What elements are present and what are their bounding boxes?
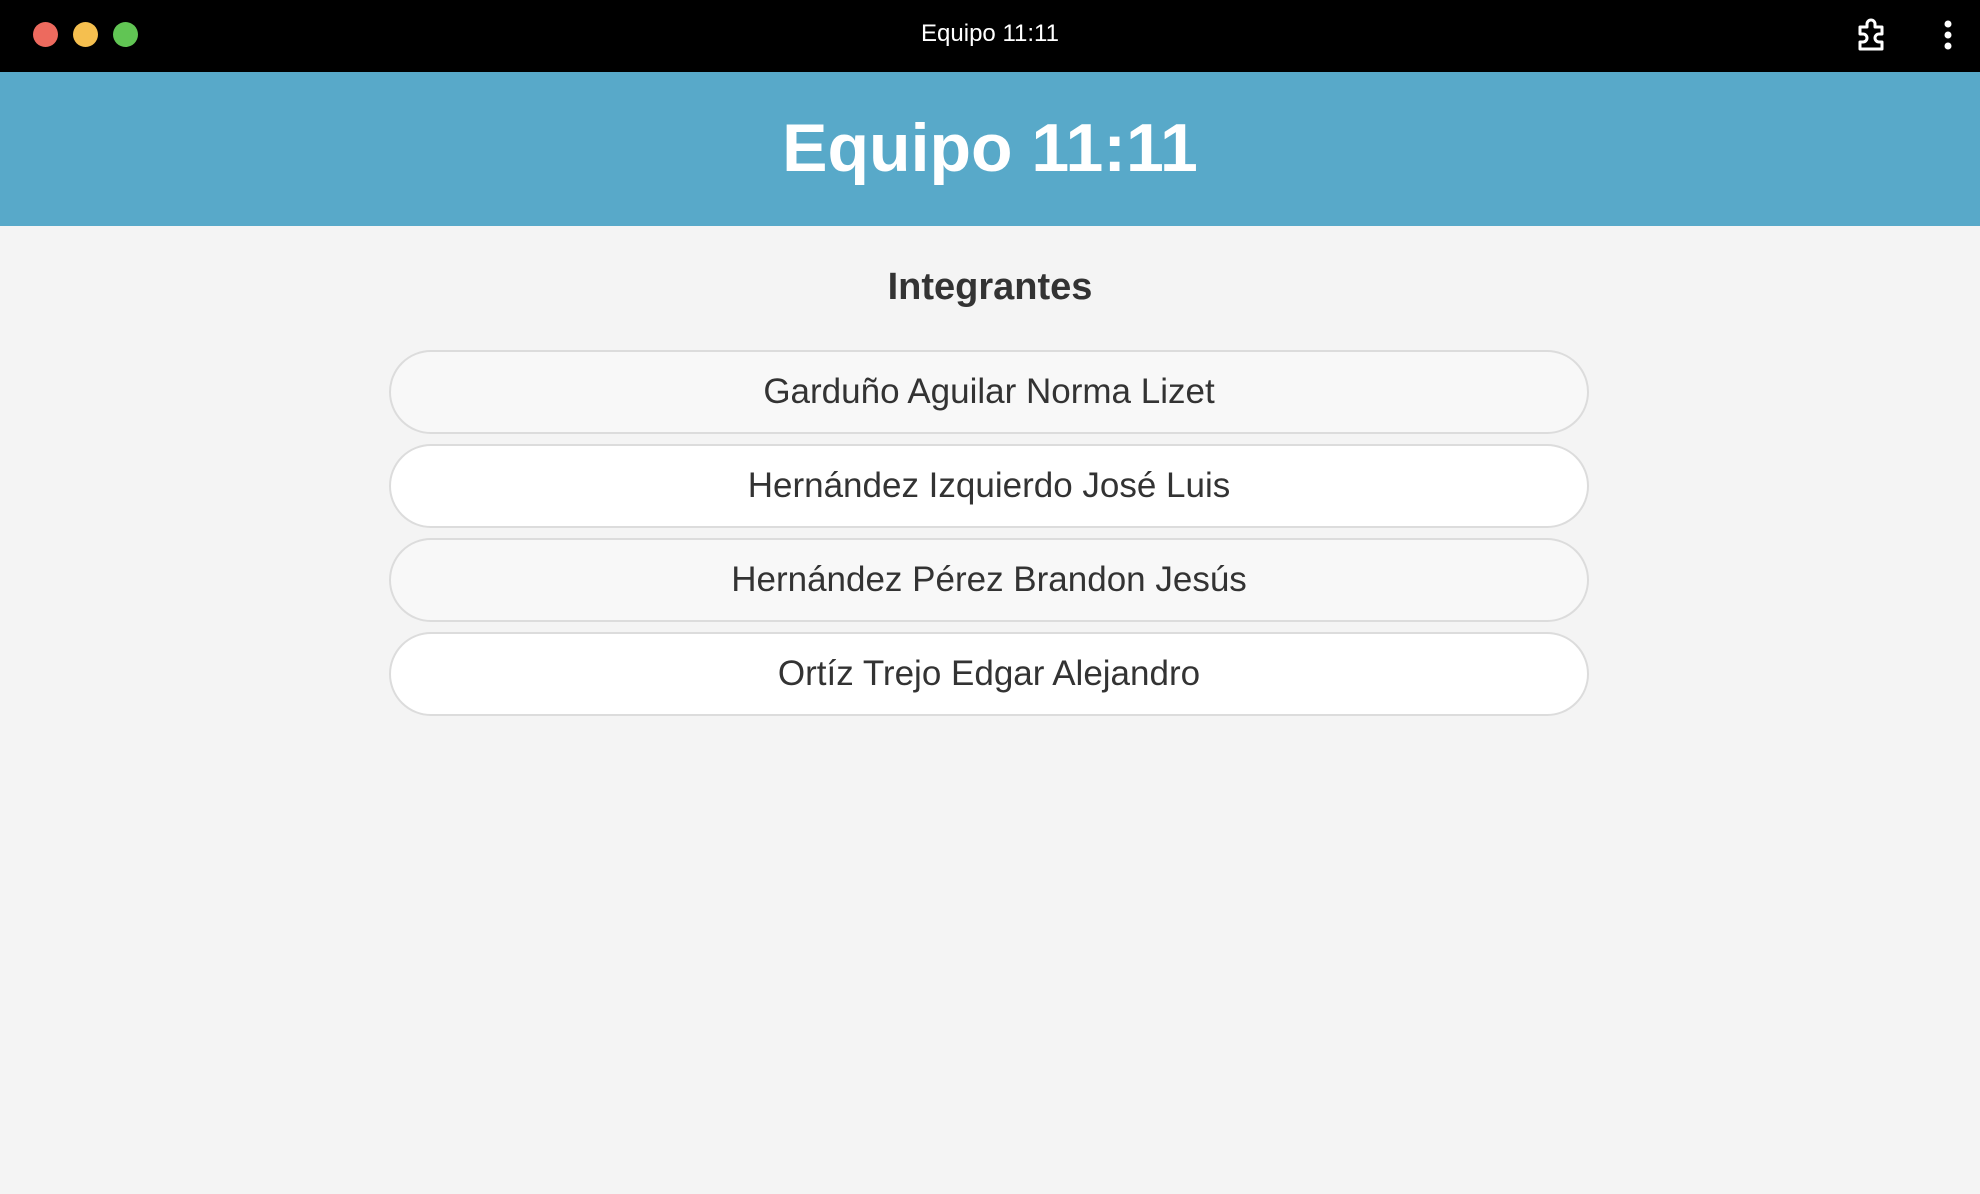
app-window: Equipo 11:11 Equipo 11:11 Integrantes Ga…: [0, 0, 1980, 1194]
extension-icon[interactable]: [1852, 16, 1890, 54]
members-heading: Integrantes: [887, 266, 1093, 308]
members-list: Garduño Aguilar Norma Lizet Hernández Iz…: [389, 350, 1589, 726]
member-item: Hernández Pérez Brandon Jesús: [389, 538, 1589, 622]
member-item: Garduño Aguilar Norma Lizet: [389, 350, 1589, 434]
app-header: Equipo 11:11: [0, 72, 1980, 226]
more-vertical-icon[interactable]: [1936, 16, 1960, 54]
page-title: Equipo 11:11: [782, 110, 1198, 186]
member-item: Ortíz Trejo Edgar Alejandro: [389, 632, 1589, 716]
window-title: Equipo 11:11: [921, 20, 1059, 47]
title-bar: Equipo 11:11: [0, 0, 1980, 72]
member-item: Hernández Izquierdo José Luis: [389, 444, 1589, 528]
